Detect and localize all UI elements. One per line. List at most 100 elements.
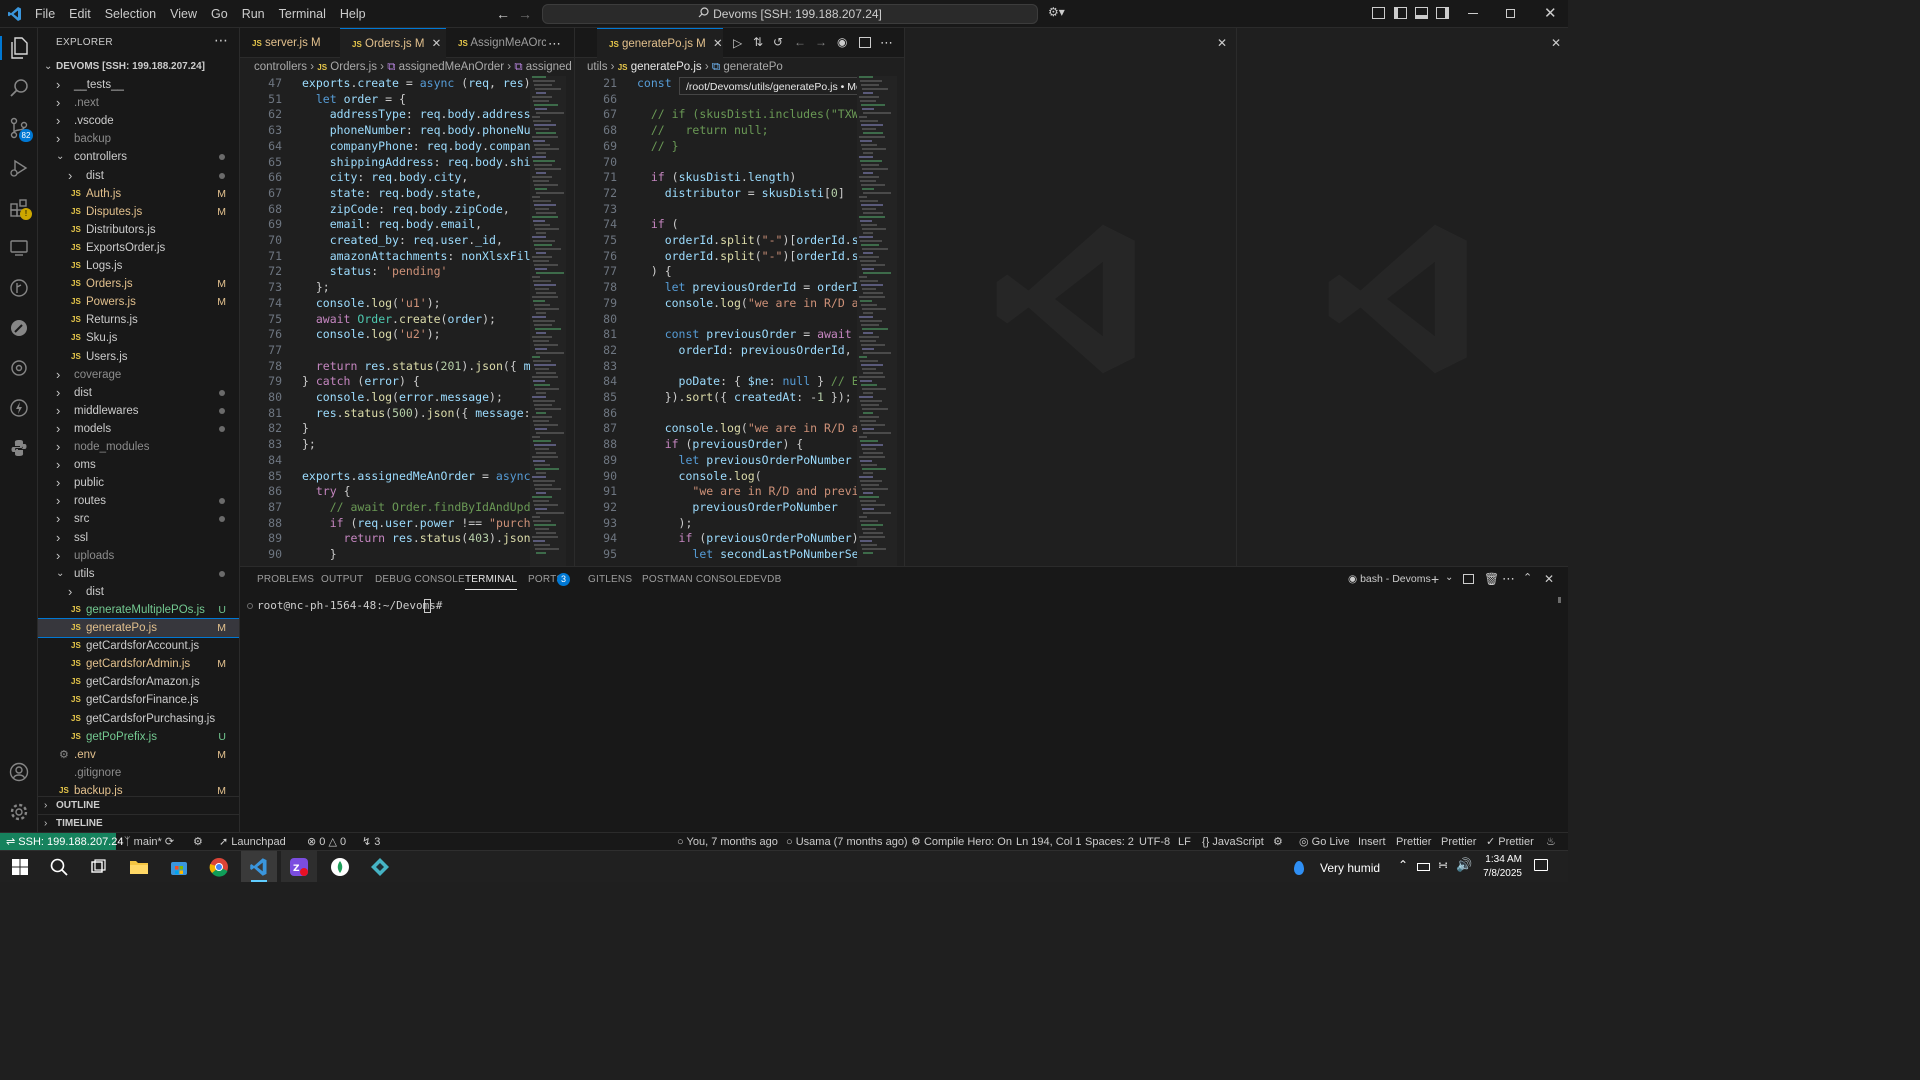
tree-item[interactable]: JS getCardsforAccount.js	[38, 637, 239, 655]
manage-gear-icon[interactable]	[6, 799, 32, 825]
panel-tab-problems[interactable]: PROBLEMS	[257, 574, 314, 585]
minimap-left[interactable]	[530, 76, 574, 566]
taskbar-search-icon[interactable]	[45, 855, 73, 879]
volume-icon[interactable]: 🔊	[1456, 857, 1472, 873]
next-change-icon[interactable]: →	[815, 35, 827, 49]
tree-item[interactable]: › .next	[38, 94, 239, 112]
breadcrumb-item[interactable]: assigned	[526, 61, 572, 73]
database-icon[interactable]	[6, 355, 32, 381]
run-file-icon[interactable]: ▷	[733, 36, 742, 50]
python-icon[interactable]	[6, 435, 32, 461]
task-view-icon[interactable]	[84, 855, 112, 879]
tree-item[interactable]: › dist	[38, 167, 239, 185]
tree-item[interactable]: › dist	[38, 583, 239, 601]
tree-item[interactable]: › routes	[38, 492, 239, 510]
menu-view[interactable]: View	[163, 7, 204, 21]
file-history-icon[interactable]: ↺	[773, 35, 783, 49]
more-actions-icon[interactable]: ⋯	[880, 35, 893, 51]
tab-generate-po-js[interactable]: JS generatePo.js M ✕	[597, 28, 723, 58]
close-panel-icon[interactable]: ✕	[1544, 572, 1554, 586]
minimize-button[interactable]	[1468, 13, 1478, 14]
git-author[interactable]: ○ Usama (7 months ago)	[786, 833, 908, 851]
tab-assign-me-order[interactable]: JS AssignMeAOrc	[446, 28, 546, 58]
accounts-icon[interactable]	[6, 759, 32, 785]
toggle-panel-icon[interactable]	[1415, 7, 1428, 19]
forward-arrow-icon[interactable]: →	[518, 6, 532, 22]
timeline-section[interactable]: › TIMELINE	[38, 814, 239, 832]
tree-item[interactable]: ⚙ .env M	[38, 746, 239, 764]
menu-file[interactable]: File	[28, 7, 62, 21]
tree-item[interactable]: JS getCardsforAmazon.js	[38, 673, 239, 691]
tab-orders-js[interactable]: JS Orders.js M ✕	[340, 28, 446, 58]
tree-item[interactable]: .gitignore	[38, 764, 239, 782]
breadcrumb-item[interactable]: generatePo	[723, 61, 782, 73]
gitlens-icon[interactable]	[6, 275, 32, 301]
ports-indicator[interactable]: ↯ 3	[362, 833, 380, 851]
minimap-right[interactable]	[857, 76, 904, 566]
branch-indicator[interactable]: ᛉ main* ⟳	[124, 833, 174, 851]
remote-app-icon[interactable]	[366, 855, 394, 879]
tree-item[interactable]: JS Orders.js M	[38, 275, 239, 293]
restore-button[interactable]	[1506, 9, 1515, 18]
tree-item[interactable]: JS getCardsforPurchasing.js	[38, 710, 239, 728]
go-live-button[interactable]: ◎ Go Live	[1299, 833, 1350, 851]
battery-icon[interactable]	[1417, 863, 1430, 871]
copilot-icon[interactable]: ⚙▾	[1048, 5, 1074, 23]
breadcrumb-item[interactable]: utils	[587, 61, 607, 73]
tree-item[interactable]: JS ExportsOrder.js	[38, 239, 239, 257]
close-tab-icon[interactable]: ✕	[713, 38, 723, 50]
tree-item[interactable]: › node_modules	[38, 438, 239, 456]
remote-explorer-icon[interactable]	[6, 235, 32, 261]
explorer-more-icon[interactable]: ⋯	[214, 32, 228, 49]
thunder-client-icon[interactable]	[6, 395, 32, 421]
clock[interactable]: 1:34 AM 7/8/2025	[1476, 853, 1522, 881]
prettier-status-3[interactable]: ✓ Prettier	[1486, 833, 1534, 851]
previous-change-icon[interactable]: ←	[794, 35, 806, 49]
menu-help[interactable]: Help	[333, 7, 373, 21]
breadcrumb-item[interactable]: Orders.js	[330, 61, 377, 73]
file-explorer-icon[interactable]	[125, 855, 153, 879]
back-arrow-icon[interactable]: ←	[496, 6, 510, 22]
tree-item[interactable]: › oms	[38, 456, 239, 474]
close-tab-icon[interactable]: ✕	[432, 38, 442, 50]
breadcrumb-item[interactable]: assignedMeAnOrder	[399, 61, 504, 73]
more-actions-icon[interactable]: ⋯	[1502, 571, 1515, 587]
menu-terminal[interactable]: Terminal	[272, 7, 333, 21]
tree-item[interactable]: JS Sku.js	[38, 329, 239, 347]
drop-app-icon[interactable]	[326, 855, 354, 879]
close-group-icon[interactable]: ✕	[1217, 36, 1227, 50]
tab-server-js[interactable]: JS server.js M	[240, 28, 340, 58]
close-window-button[interactable]: ✕	[1544, 4, 1557, 22]
zoom-icon[interactable]: Z	[281, 851, 317, 882]
code-editor-left[interactable]: 47 exports.create = async (req, res) = 51 …	[240, 76, 551, 566]
menu-run[interactable]: Run	[235, 7, 272, 21]
tree-item[interactable]: › public	[38, 474, 239, 492]
tree-item[interactable]: › src	[38, 510, 239, 528]
search-icon[interactable]	[6, 75, 32, 101]
prettier-status-1[interactable]: Prettier	[1396, 833, 1431, 851]
tree-item[interactable]: › uploads	[38, 547, 239, 565]
tree-item[interactable]: › dist	[38, 384, 239, 402]
panel-tab-debug-console[interactable]: DEBUG CONSOLE	[375, 574, 465, 585]
copilot-icon[interactable]: ⚙	[1273, 833, 1283, 851]
gitlens-inspect-icon[interactable]: ◉	[837, 35, 847, 49]
tree-item[interactable]: JS Logs.js	[38, 257, 239, 275]
tree-item[interactable]: JS getPoPrefix.js U	[38, 728, 239, 746]
wifi-icon[interactable]: ∺	[1438, 858, 1448, 872]
encoding[interactable]: UTF-8	[1139, 833, 1170, 851]
microsoft-store-icon[interactable]	[165, 855, 193, 879]
new-terminal-icon[interactable]: +	[1431, 571, 1439, 587]
panel-tab-devdb[interactable]: DEVDB	[746, 574, 781, 585]
toggle-secondary-sidebar-icon[interactable]	[1436, 7, 1449, 19]
prettier-status-2[interactable]: Prettier	[1441, 833, 1476, 851]
split-terminal-icon[interactable]	[1463, 574, 1474, 584]
indentation[interactable]: Spaces: 2	[1085, 833, 1134, 851]
tree-item[interactable]: › ssl	[38, 529, 239, 547]
tree-item[interactable]: JS Auth.js M	[38, 185, 239, 203]
tree-item[interactable]: ⌄ controllers	[38, 148, 239, 166]
more-tabs-icon[interactable]: ⋯	[548, 36, 561, 52]
launchpad-button[interactable]: ➚ Launchpad	[219, 833, 286, 851]
menu-edit[interactable]: Edit	[62, 7, 98, 21]
language-mode[interactable]: {} JavaScript	[1202, 833, 1264, 851]
panel-tab-terminal[interactable]: TERMINAL	[465, 574, 518, 590]
